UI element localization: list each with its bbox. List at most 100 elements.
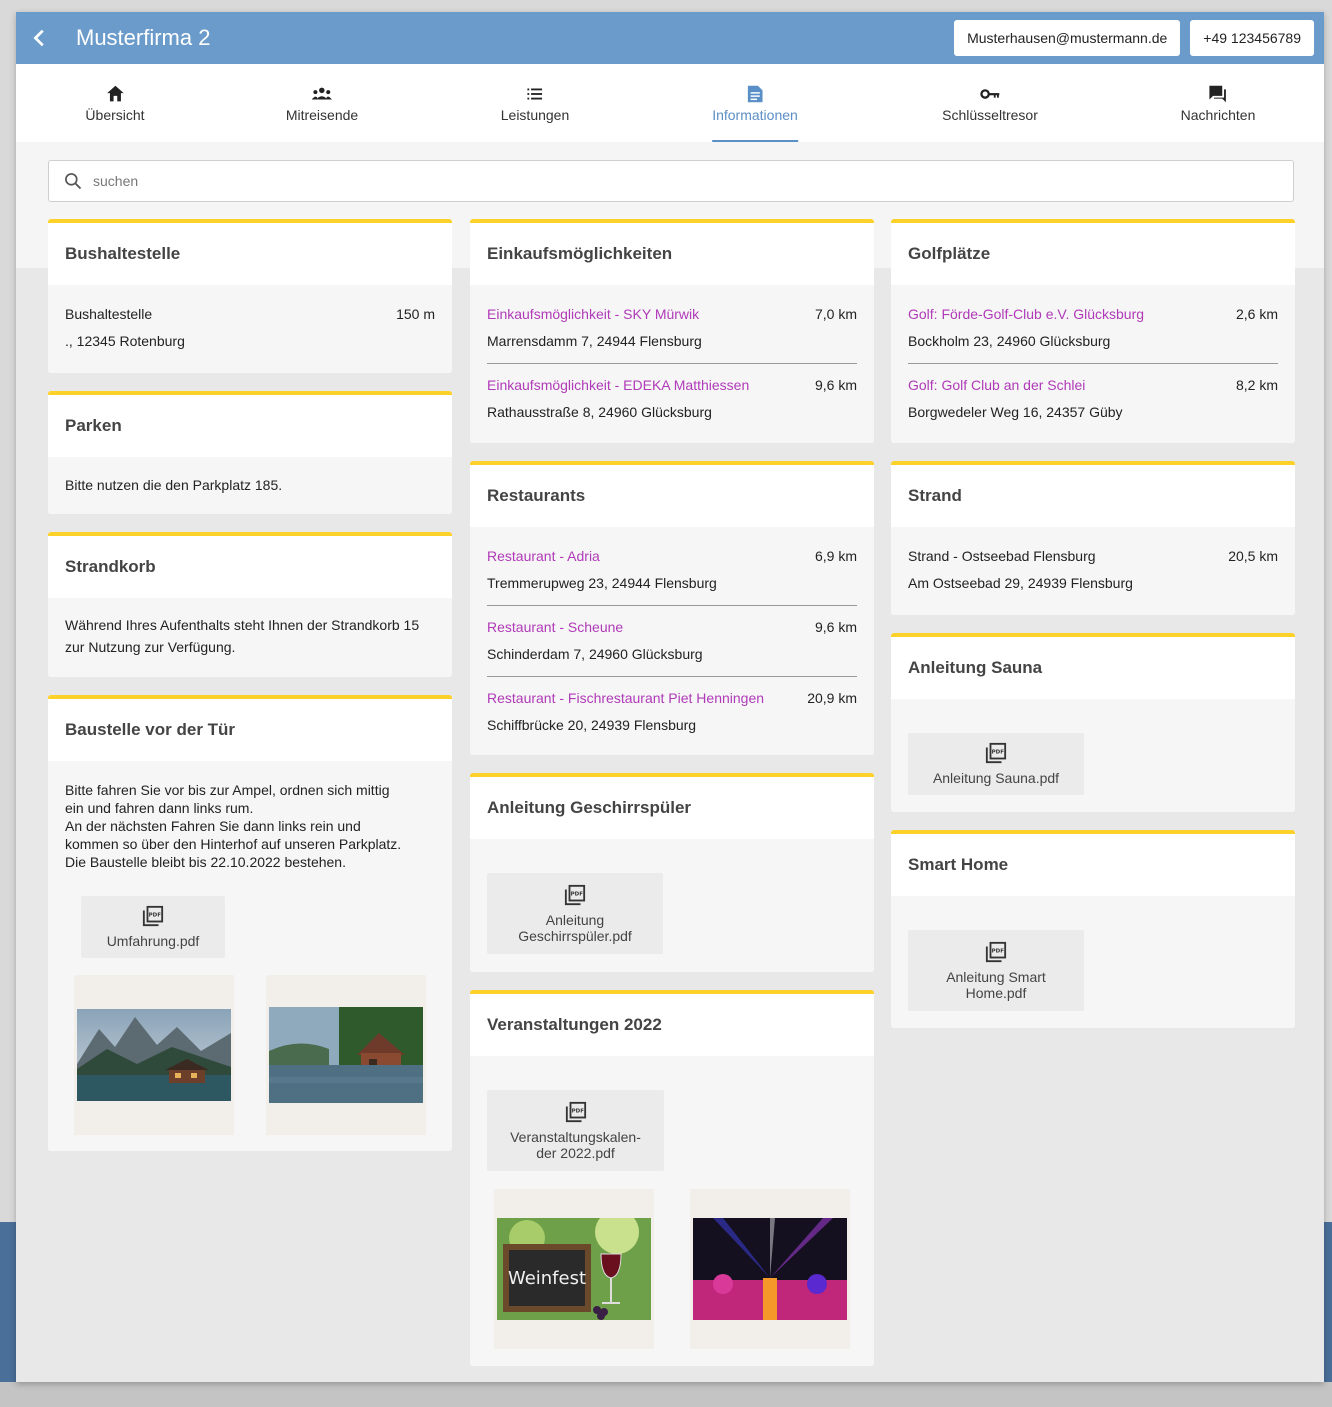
entry-address: Borgwedeler Weg 16, 24357 Güby bbox=[908, 404, 1123, 420]
card-baustelle: Baustelle vor der Tür Bitte fahren Sie v… bbox=[48, 695, 452, 1151]
list-item: Einkaufsmöglichkeit - SKY Mürwik 7,0 km bbox=[487, 301, 857, 328]
entry-address: Tremmerupweg 23, 24944 Flensburg bbox=[487, 575, 717, 591]
card-text: Während Ihres Aufenthalts steht Ihnen de… bbox=[65, 617, 420, 655]
tab-label: Mitreisende bbox=[285, 107, 359, 123]
boathouse-photo bbox=[269, 1007, 423, 1103]
tab-uebersicht[interactable]: Übersicht bbox=[85, 64, 145, 142]
card-golf: Golfplätze Golf: Förde-Golf-Club e.V. Gl… bbox=[891, 219, 1295, 443]
group-icon bbox=[311, 87, 333, 100]
card-einkauf: Einkaufsmöglichkeiten Einkaufsmöglichkei… bbox=[470, 219, 874, 443]
list-item: Restaurant - Adria 6,9 km bbox=[487, 543, 857, 570]
image-thumbnail[interactable] bbox=[266, 975, 426, 1135]
entry-link[interactable]: Restaurant - Scheune bbox=[487, 614, 623, 641]
tab-label: Informationen bbox=[712, 107, 798, 123]
list-item: Einkaufsmöglichkeit - EDEKA Matthiessen … bbox=[487, 372, 857, 399]
card-text-line: ein und fahren dann links rum. bbox=[65, 800, 254, 816]
card-title: Anleitung Sauna bbox=[908, 658, 1043, 677]
pdf-attachment[interactable]: PDF Anleitung Geschirrspüler.pdf bbox=[487, 873, 663, 954]
entry-address: Am Ostseebad 29, 24939 Flensburg bbox=[908, 575, 1133, 591]
image-thumbnail[interactable] bbox=[690, 1189, 850, 1349]
weinfest-photo: Weinfest bbox=[497, 1218, 651, 1320]
tab-nachrichten[interactable]: Nachrichten bbox=[1181, 64, 1255, 142]
card-restaurants: Restaurants Restaurant - Adria 6,9 km Tr… bbox=[470, 461, 874, 755]
card-text-line: kommen so über den Hinterhof auf unseren… bbox=[65, 836, 402, 852]
card-text-line: An der nächsten Fahren Sie dann links re… bbox=[65, 818, 361, 834]
entry-link[interactable]: Einkaufsmöglichkeit - EDEKA Matthiessen bbox=[487, 372, 749, 399]
document-icon bbox=[747, 85, 763, 103]
card-title: Einkaufsmöglichkeiten bbox=[487, 244, 673, 263]
entry-address: Rathausstraße 8, 24960 Glücksburg bbox=[487, 404, 712, 420]
divider bbox=[487, 676, 857, 677]
back-button[interactable] bbox=[16, 12, 64, 64]
column-right: Golfplätze Golf: Förde-Golf-Club e.V. Gl… bbox=[891, 219, 1295, 1046]
pdf-icon: PDF bbox=[142, 905, 164, 927]
card-title: Baustelle vor der Tür bbox=[65, 720, 236, 739]
phone-chip[interactable]: +49 123456789 bbox=[1190, 20, 1314, 56]
card-title: Restaurants bbox=[487, 486, 586, 505]
chevron-left-icon bbox=[33, 29, 44, 47]
card-body: PDF Veranstaltungskalen- der 2022.pdf We… bbox=[470, 1056, 874, 1366]
mountain-lake-photo bbox=[77, 1009, 231, 1101]
list-item: Golf: Förde-Golf-Club e.V. Glücksburg 2,… bbox=[908, 301, 1278, 328]
pdf-filename: Home.pdf bbox=[965, 984, 1027, 1001]
search-field[interactable] bbox=[48, 160, 1294, 202]
card-title: Strand bbox=[908, 486, 962, 505]
card-body: Golf: Förde-Golf-Club e.V. Glücksburg 2,… bbox=[891, 285, 1295, 443]
entry-distance: 8,2 km bbox=[1235, 377, 1278, 393]
entry-link[interactable]: Einkaufsmöglichkeit - SKY Mürwik bbox=[487, 301, 699, 328]
svg-text:PDF: PDF bbox=[571, 1108, 584, 1114]
card-body: Bitte fahren Sie vor bis zur Ampel, ordn… bbox=[48, 761, 452, 1151]
card-bushaltestelle: Bushaltestelle Bushaltestelle 150 m ., 1… bbox=[48, 219, 452, 373]
entry-link[interactable]: Golf: Förde-Golf-Club e.V. Glücksburg bbox=[908, 301, 1144, 328]
entry-link[interactable]: Restaurant - Fischrestaurant Piet Hennin… bbox=[487, 685, 764, 712]
entry-address: ., 12345 Rotenburg bbox=[65, 333, 185, 349]
pdf-attachment[interactable]: PDF Anleitung Smart Home.pdf bbox=[908, 930, 1084, 1011]
pdf-filename: Anleitung Sauna.pdf bbox=[932, 770, 1060, 786]
weinfest-label: Weinfest bbox=[508, 1268, 586, 1289]
search-icon bbox=[65, 173, 82, 190]
tab-label: Leistungen bbox=[500, 107, 570, 123]
list-item: Restaurant - Scheune 9,6 km bbox=[487, 614, 857, 641]
tab-informationen[interactable]: Informationen bbox=[712, 64, 798, 142]
card-strand: Strand Strand - Ostseebad Flensburg 20,5… bbox=[891, 461, 1295, 615]
card-veranstaltungen: Veranstaltungen 2022 PDF Veranstaltungsk… bbox=[470, 990, 874, 1366]
entry-link[interactable]: Golf: Golf Club an der Schlei bbox=[908, 372, 1085, 399]
pdf-icon: PDF bbox=[985, 742, 1007, 764]
pdf-attachment[interactable]: PDF Veranstaltungskalen- der 2022.pdf bbox=[487, 1090, 664, 1171]
card-title: Veranstaltungen 2022 bbox=[487, 1015, 662, 1034]
tab-label: Übersicht bbox=[85, 107, 145, 123]
tab-leistungen[interactable]: Leistungen bbox=[500, 64, 570, 142]
card-body: PDF Anleitung Sauna.pdf bbox=[891, 699, 1295, 812]
active-tab-indicator bbox=[712, 140, 798, 142]
search-input[interactable] bbox=[93, 173, 1193, 189]
card-text-line: Bitte fahren Sie vor bis zur Ampel, ordn… bbox=[65, 782, 390, 798]
pdf-icon: PDF bbox=[564, 884, 586, 905]
card-title: Parken bbox=[65, 416, 122, 435]
tab-mitreisende[interactable]: Mitreisende bbox=[286, 64, 358, 142]
image-thumbnail[interactable] bbox=[74, 975, 234, 1135]
tab-bar: Übersicht Mitreisende Leistungen Informa… bbox=[16, 64, 1324, 142]
card-text: Bitte nutzen die den Parkplatz 185. bbox=[65, 477, 283, 493]
pdf-attachment[interactable]: PDF Anleitung Sauna.pdf bbox=[908, 733, 1084, 795]
list-icon bbox=[527, 88, 543, 100]
entry-distance: 20,9 km bbox=[807, 690, 857, 706]
card-title: Smart Home bbox=[908, 855, 1009, 874]
svg-text:PDF: PDF bbox=[149, 912, 162, 918]
key-icon bbox=[980, 89, 1000, 99]
entry-distance: 150 m bbox=[396, 306, 435, 322]
column-middle: Einkaufsmöglichkeiten Einkaufsmöglichkei… bbox=[470, 219, 874, 1384]
tab-schluesseltresor[interactable]: Schlüsseltresor bbox=[942, 64, 1038, 142]
entry-link[interactable]: Restaurant - Adria bbox=[487, 543, 600, 570]
pdf-attachment[interactable]: PDF Umfahrung.pdf bbox=[81, 896, 225, 958]
pdf-filename: Veranstaltungskalen- bbox=[510, 1128, 641, 1145]
background-bottom bbox=[0, 1382, 1332, 1407]
email-chip[interactable]: Musterhausen@mustermann.de bbox=[954, 20, 1181, 56]
chat-icon bbox=[1209, 85, 1227, 103]
image-thumbnail[interactable]: Weinfest bbox=[494, 1189, 654, 1349]
pdf-icon: PDF bbox=[985, 941, 1007, 962]
home-icon bbox=[106, 85, 124, 102]
entry-distance: 7,0 km bbox=[814, 306, 857, 322]
entry-distance: 20,5 km bbox=[1228, 548, 1278, 564]
page-title: Musterfirma 2 bbox=[76, 25, 211, 50]
pdf-filename: Geschirrspüler.pdf bbox=[518, 927, 632, 944]
